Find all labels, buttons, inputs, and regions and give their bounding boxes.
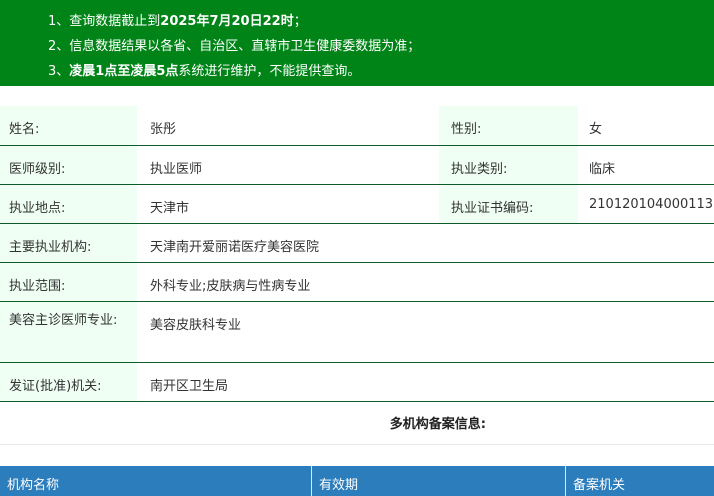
category-value: 临床 xyxy=(578,145,714,185)
cosmetic-value: 美容皮肤科专业 xyxy=(137,301,714,363)
category-label: 执业类别: xyxy=(439,145,578,185)
gender-value: 女 xyxy=(578,106,714,146)
issuer-label: 发证(批准)机关: xyxy=(0,362,137,402)
scope-label: 执业范围: xyxy=(0,262,137,302)
name-label: 姓名: xyxy=(0,106,137,146)
row-scope: 执业范围: 外科专业;皮肤病与性病专业 xyxy=(0,262,714,302)
notice-banner: 1、查询数据截止到2025年7月20日22时； 2、信息数据结果以各省、自治区、… xyxy=(0,0,714,86)
row-location: 执业地点: 天津市 执业证书编码: 210120104000113 xyxy=(0,184,714,224)
doctor-info-table: 姓名: 张彤 性别: 女 医师级别: 执业医师 执业类别: 临床 执业地点: 天… xyxy=(0,106,714,402)
gender-label: 性别: xyxy=(439,106,578,146)
multi-institution-title: 多机构备案信息: xyxy=(0,402,714,445)
cert-label: 执业证书编码: xyxy=(439,184,578,224)
row-name: 姓名: 张彤 性别: 女 xyxy=(0,106,714,146)
header-institution-name: 机构名称 xyxy=(0,465,312,496)
row-institution: 主要执业机构: 天津南开爱丽诺医疗美容医院 xyxy=(0,223,714,263)
institution-value: 天津南开爱丽诺医疗美容医院 xyxy=(137,223,714,263)
location-value: 天津市 xyxy=(137,184,439,224)
issuer-value: 南开区卫生局 xyxy=(137,362,714,402)
level-value: 执业医师 xyxy=(137,145,439,185)
institution-label: 主要执业机构: xyxy=(0,223,137,263)
cosmetic-label: 美容主诊医师专业: xyxy=(0,301,137,363)
notice-line-2: 2、信息数据结果以各省、自治区、直辖市卫生健康委数据为准； xyxy=(48,39,421,54)
notice-line-1: 1、查询数据截止到2025年7月20日22时； xyxy=(48,14,307,29)
notice-line-3: 3、凌晨1点至凌晨5点系统进行维护，不能提供查询。 xyxy=(48,64,361,79)
scope-value: 外科专业;皮肤病与性病专业 xyxy=(137,262,714,302)
location-label: 执业地点: xyxy=(0,184,137,224)
cert-value: 210120104000113 xyxy=(578,184,714,224)
row-cosmetic: 美容主诊医师专业: 美容皮肤科专业 xyxy=(0,301,714,363)
name-value: 张彤 xyxy=(137,106,439,146)
header-record-authority: 备案机关 xyxy=(573,477,626,493)
header-validity: 有效期 xyxy=(312,465,566,496)
level-label: 医师级别: xyxy=(0,145,137,185)
row-level: 医师级别: 执业医师 执业类别: 临床 xyxy=(0,145,714,185)
row-issuer: 发证(批准)机关: 南开区卫生局 xyxy=(0,362,714,402)
record-table-header: 机构名称 有效期 备案机关 xyxy=(0,465,714,496)
